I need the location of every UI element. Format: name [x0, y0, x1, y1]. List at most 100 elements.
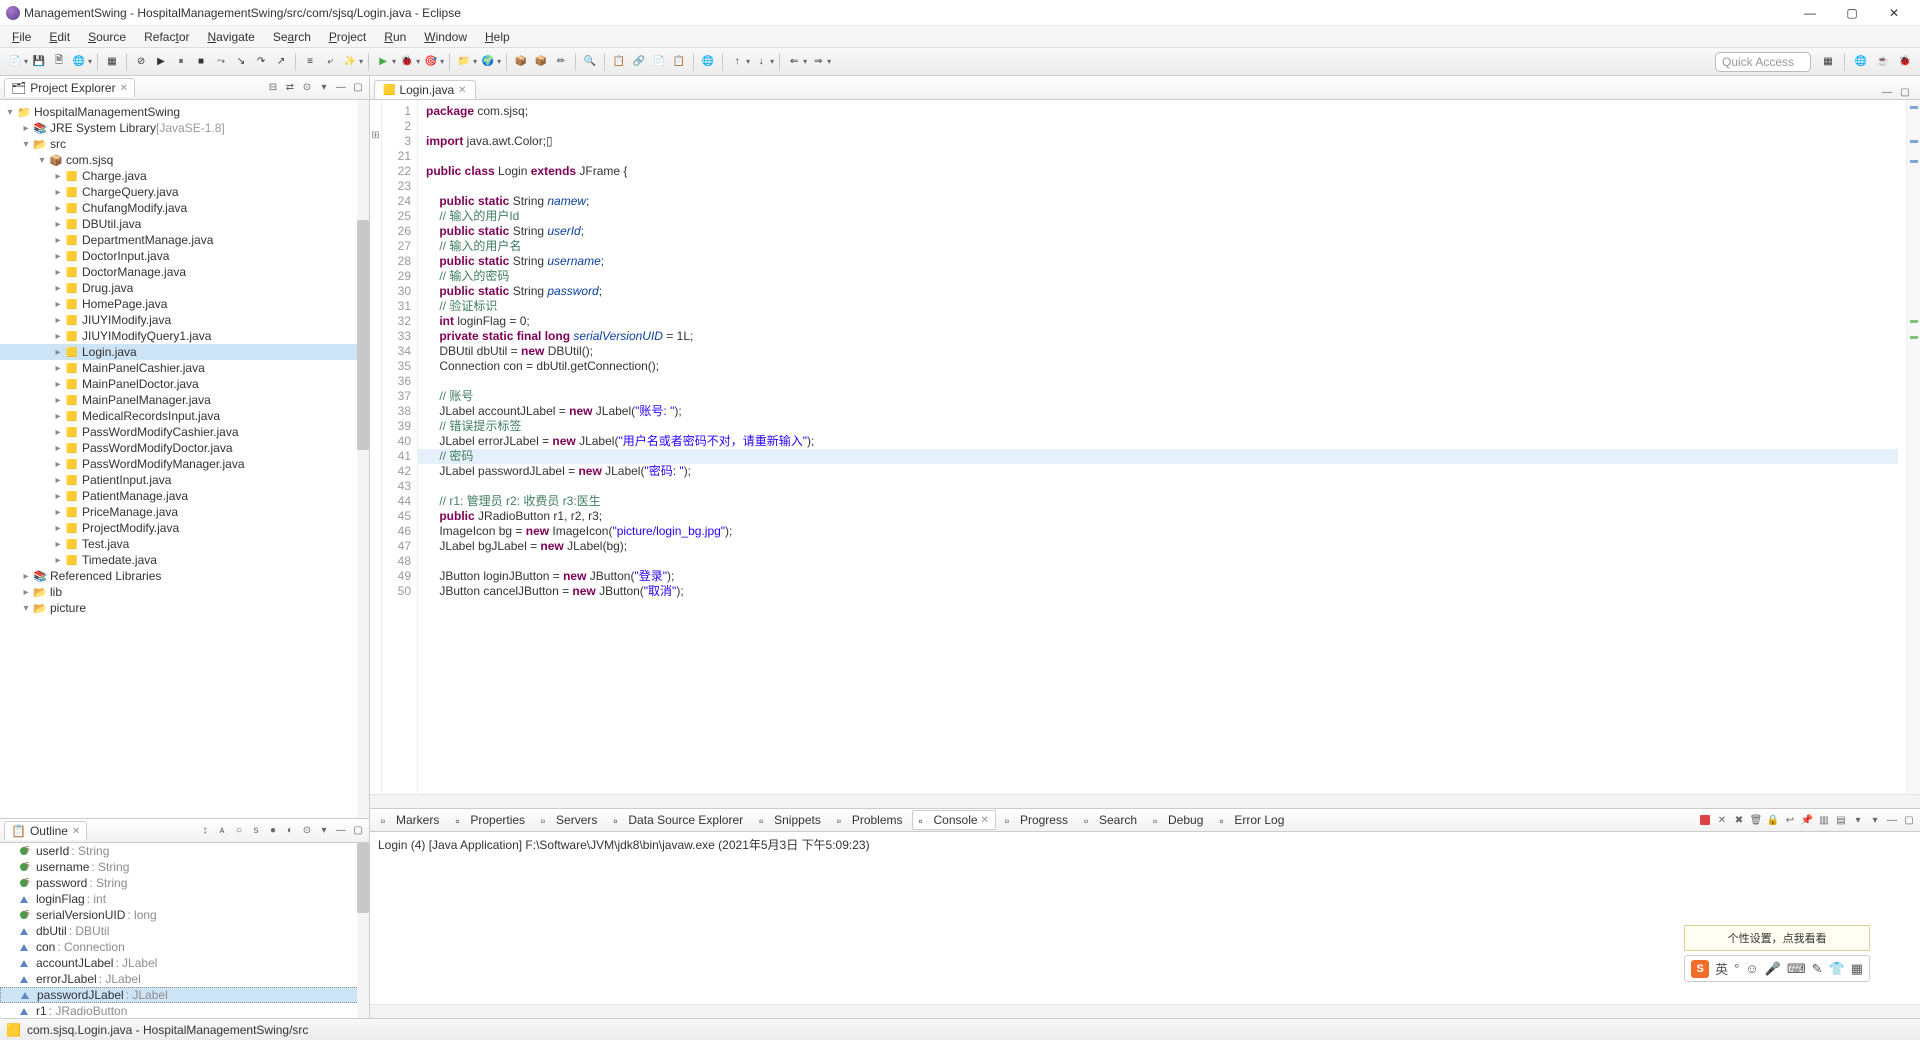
- suspend-icon[interactable]: ⏸: [172, 53, 190, 71]
- outline-item[interactable]: errorJLabel : JLabel: [0, 971, 369, 987]
- pin-console-icon[interactable]: 📌: [1800, 813, 1814, 827]
- ime-emoji-icon[interactable]: ☺: [1745, 961, 1758, 976]
- ime-voice-icon[interactable]: 🎤: [1765, 961, 1781, 977]
- editor-hscrollbar[interactable]: [370, 794, 1920, 808]
- minimize-view-icon[interactable]: —: [334, 824, 348, 838]
- save-icon[interactable]: 💾: [30, 53, 48, 71]
- maximize-view-icon[interactable]: ▢: [351, 81, 365, 95]
- bottom-tab-console[interactable]: ▫Console ✕: [912, 810, 996, 830]
- show-console-icon[interactable]: ▤: [1834, 813, 1848, 827]
- scroll-lock-icon[interactable]: 🔒: [1766, 813, 1780, 827]
- outline-item[interactable]: spassword : String: [0, 875, 369, 891]
- bottom-tab-servers[interactable]: ▫Servers: [534, 810, 604, 830]
- display-console-icon[interactable]: ▥: [1817, 813, 1831, 827]
- outline-scrollbar[interactable]: [357, 843, 369, 1018]
- save-all-icon[interactable]: 🗎: [50, 53, 68, 71]
- outline-item[interactable]: dbUtil : DBUtil: [0, 923, 369, 939]
- tree-item[interactable]: ▸PassWordModifyDoctor.java: [0, 440, 369, 456]
- ant-icon[interactable]: 📄: [650, 53, 668, 71]
- wrap-icon[interactable]: ⤶: [321, 53, 339, 71]
- collapse-all-icon[interactable]: ⊟: [266, 81, 280, 95]
- debug-perspective-icon[interactable]: 🐞: [1896, 53, 1914, 71]
- prev-annot-icon[interactable]: ↑: [728, 53, 746, 71]
- outline-item[interactable]: accountJLabel : JLabel: [0, 955, 369, 971]
- tree-item[interactable]: ▸PatientManage.java: [0, 488, 369, 504]
- console-hscrollbar[interactable]: [370, 1004, 1920, 1018]
- menu-source[interactable]: Source: [80, 28, 134, 46]
- outline-item[interactable]: r1 : JRadioButton: [0, 1003, 369, 1018]
- type-icon[interactable]: ✏: [552, 53, 570, 71]
- link-icon[interactable]: 🔗: [630, 53, 648, 71]
- remove-launch-icon[interactable]: ✕: [1715, 813, 1729, 827]
- outline-item[interactable]: susername : String: [0, 859, 369, 875]
- ime-skin-icon[interactable]: 👕: [1829, 961, 1845, 977]
- close-icon[interactable]: ✕: [458, 85, 466, 96]
- tree-item[interactable]: ▾src: [0, 136, 369, 152]
- menu-search[interactable]: Search: [265, 28, 319, 46]
- tree-item[interactable]: ▸DoctorManage.java: [0, 264, 369, 280]
- ime-keyboard-icon[interactable]: ⌨: [1787, 961, 1806, 977]
- view-menu-icon[interactable]: ▾: [317, 81, 331, 95]
- close-icon[interactable]: ✕: [120, 83, 128, 94]
- tree-item[interactable]: ▸PassWordModifyManager.java: [0, 456, 369, 472]
- tree-item[interactable]: ▾com.sjsq: [0, 152, 369, 168]
- tree-item[interactable]: ▸Charge.java: [0, 168, 369, 184]
- minimize-view-icon[interactable]: —: [334, 81, 348, 95]
- tree-item[interactable]: ▸lib: [0, 584, 369, 600]
- tree-item[interactable]: ▸ProjectModify.java: [0, 520, 369, 536]
- minimize-view-icon[interactable]: —: [1880, 85, 1894, 99]
- remove-all-icon[interactable]: ✖: [1732, 813, 1746, 827]
- focus-icon[interactable]: ⊙: [300, 81, 314, 95]
- tree-item[interactable]: ▸PassWordModifyCashier.java: [0, 424, 369, 440]
- tree-item[interactable]: ▸JRE System Library [JavaSE-1.8]: [0, 120, 369, 136]
- new-icon[interactable]: 📄: [6, 53, 24, 71]
- stop-server-icon[interactable]: 🌐: [699, 53, 717, 71]
- quick-access[interactable]: Quick Access: [1715, 52, 1811, 72]
- bottom-tab-markers[interactable]: ▫Markers: [374, 810, 446, 830]
- bottom-tab-data-source-explorer[interactable]: ▫Data Source Explorer: [606, 810, 750, 830]
- outline-item[interactable]: loginFlag : int: [0, 891, 369, 907]
- java-perspective-icon[interactable]: ☕: [1874, 53, 1892, 71]
- tree-item[interactable]: ▸PriceManage.java: [0, 504, 369, 520]
- tree-item[interactable]: ▾HospitalManagementSwing: [0, 104, 369, 120]
- wand-icon[interactable]: ✨: [341, 53, 359, 71]
- project-tree[interactable]: ▾HospitalManagementSwing▸JRE System Libr…: [0, 100, 369, 818]
- tree-item[interactable]: ▸MainPanelCashier.java: [0, 360, 369, 376]
- bottom-tab-properties[interactable]: ▫Properties: [448, 810, 532, 830]
- tree-item[interactable]: ▸Test.java: [0, 536, 369, 552]
- open-perspective-icon[interactable]: ▦: [1819, 53, 1837, 71]
- tree-item[interactable]: ▸DBUtil.java: [0, 216, 369, 232]
- hide-local-icon[interactable]: ◐: [283, 824, 297, 838]
- indent-icon[interactable]: ≡: [301, 53, 319, 71]
- sogou-icon[interactable]: S: [1691, 960, 1709, 978]
- resume-icon[interactable]: ▶: [152, 53, 170, 71]
- outline-tab[interactable]: 📋 Outline ✕: [4, 821, 87, 840]
- maximize-view-icon[interactable]: ▢: [1898, 85, 1912, 99]
- tree-item[interactable]: ▾picture: [0, 600, 369, 616]
- step-return-icon[interactable]: ↗: [272, 53, 290, 71]
- ime-lang[interactable]: 英: [1715, 959, 1728, 978]
- wizard-icon[interactable]: 📋: [610, 53, 628, 71]
- close-button[interactable]: ✕: [1874, 2, 1914, 24]
- back-icon[interactable]: ⇐: [785, 53, 803, 71]
- ime-punct-icon[interactable]: °: [1734, 961, 1739, 976]
- next-annot-icon[interactable]: ↓: [752, 53, 770, 71]
- hide-static-icon[interactable]: s: [249, 824, 263, 838]
- menu-project[interactable]: Project: [321, 28, 374, 46]
- tree-item[interactable]: ▸PatientInput.java: [0, 472, 369, 488]
- menu-help[interactable]: Help: [477, 28, 518, 46]
- tree-item[interactable]: ▸ChufangModify.java: [0, 200, 369, 216]
- tree-item[interactable]: ▸HomePage.java: [0, 296, 369, 312]
- class-icon[interactable]: 📦: [532, 53, 550, 71]
- clear-console-icon[interactable]: 🗑: [1749, 813, 1763, 827]
- word-wrap-icon[interactable]: ↩: [1783, 813, 1797, 827]
- minimize-view-icon[interactable]: —: [1885, 813, 1899, 827]
- az-icon[interactable]: ᴀ: [215, 824, 229, 838]
- sort-icon[interactable]: ↕: [198, 824, 212, 838]
- tree-item[interactable]: ▸DoctorInput.java: [0, 248, 369, 264]
- hide-fields-icon[interactable]: ○: [232, 824, 246, 838]
- bottom-tab-error-log[interactable]: ▫Error Log: [1212, 810, 1291, 830]
- bottom-tab-problems[interactable]: ▫Problems: [830, 810, 910, 830]
- disconnect-icon[interactable]: ⤳: [212, 53, 230, 71]
- focus-outline-icon[interactable]: ⊙: [300, 824, 314, 838]
